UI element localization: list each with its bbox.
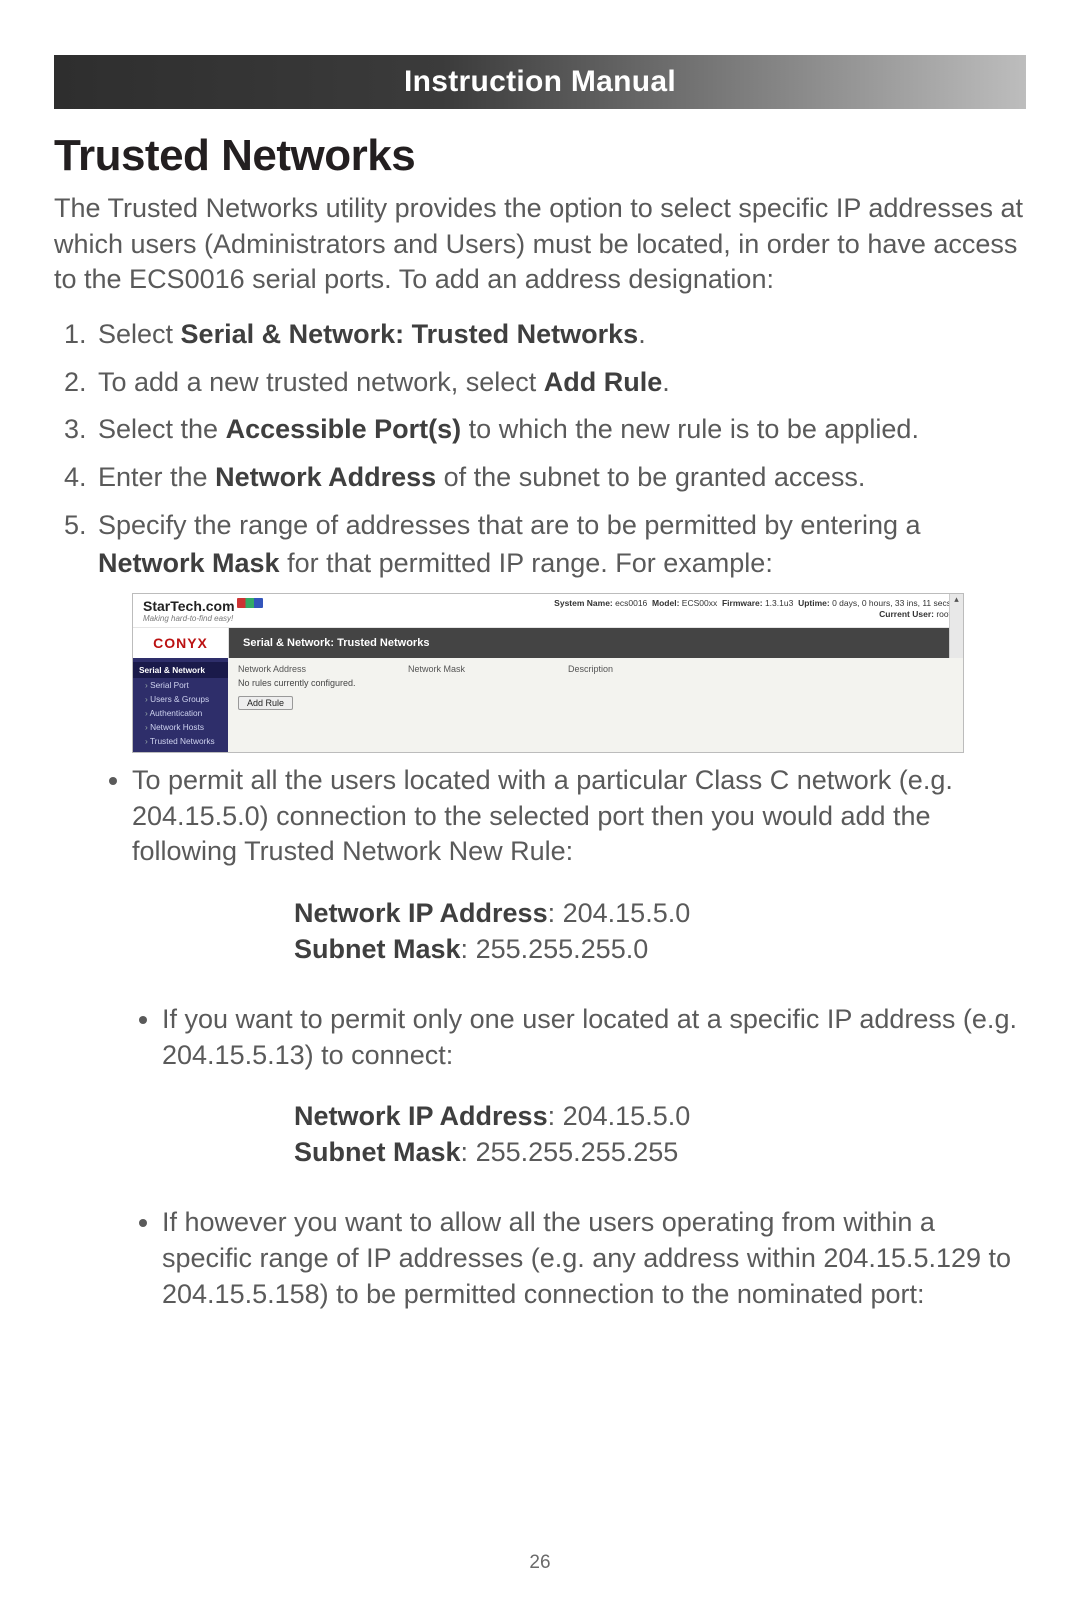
add-rule-button[interactable]: Add Rule xyxy=(238,696,293,710)
brand-text: StarTech.com xyxy=(143,598,235,614)
text: . xyxy=(662,367,670,397)
breadcrumb: Serial & Network: Trusted Networks xyxy=(229,628,963,658)
bullet-item: If however you want to allow all the use… xyxy=(162,1205,1026,1313)
text: To add a new trusted network, select xyxy=(98,367,544,397)
text: for that permitted IP range. For example… xyxy=(280,548,773,578)
text: Select xyxy=(98,319,181,349)
label: Subnet Mask xyxy=(294,934,461,964)
manual-page: Instruction Manual Trusted Networks The … xyxy=(0,0,1080,1620)
step-4: Enter the Network Address of the subnet … xyxy=(94,459,1026,497)
label: Network IP Address xyxy=(294,898,548,928)
text: Specify the range of addresses that are … xyxy=(98,510,921,540)
nav-item[interactable]: Network Hosts xyxy=(133,720,228,734)
bullet-item: To permit all the users located with a p… xyxy=(132,763,1026,871)
bullet-list-3: If however you want to allow all the use… xyxy=(54,1205,1026,1313)
label: Subnet Mask xyxy=(294,1137,461,1167)
nav-item[interactable]: Users & Groups xyxy=(133,692,228,706)
example-block-1: Network IP Address: 204.15.5.0 Subnet Ma… xyxy=(54,896,1026,967)
header-title: Instruction Manual xyxy=(404,65,676,99)
scroll-up-icon[interactable]: ▴ xyxy=(954,594,959,605)
value: 255.255.255.255 xyxy=(476,1137,679,1167)
intro-paragraph: The Trusted Networks utility provides th… xyxy=(54,191,1026,298)
label: Model: xyxy=(652,598,679,608)
label: System Name: xyxy=(554,598,613,608)
bold: Network Mask xyxy=(98,548,280,578)
main-panel: Network Address Network Mask Description… xyxy=(228,658,963,752)
step-2: To add a new trusted network, select Add… xyxy=(94,364,1026,402)
bullet-item: If you want to permit only one user loca… xyxy=(162,1002,1026,1074)
text: of the subnet to be granted access. xyxy=(436,462,865,492)
value: 1.3.1u3 xyxy=(765,598,793,608)
value: 0 days, 0 hours, 33 ins, 11 secs xyxy=(832,598,951,608)
nav-item[interactable]: Serial Port xyxy=(133,678,228,692)
flag-icon xyxy=(237,598,263,608)
step-1: Select Serial & Network: Trusted Network… xyxy=(94,316,1026,354)
nav-item[interactable]: Authentication xyxy=(133,706,228,720)
value: 204.15.5.0 xyxy=(563,898,691,928)
brand-logo: StarTech.com Making hard-to-find easy! xyxy=(143,598,263,623)
step-list: Select Serial & Network: Trusted Network… xyxy=(54,316,1026,583)
value: 204.15.5.0 xyxy=(563,1101,691,1131)
bullet-list-2: If you want to permit only one user loca… xyxy=(54,1002,1026,1074)
col-header: Description xyxy=(568,664,953,674)
example-block-2: Network IP Address: 204.15.5.0 Subnet Ma… xyxy=(54,1099,1026,1170)
text: Enter the xyxy=(98,462,215,492)
screenshot-titlebar: CONYX Serial & Network: Trusted Networks xyxy=(133,628,963,658)
nav-item[interactable]: Trusted Networks xyxy=(133,734,228,748)
header-band: Instruction Manual xyxy=(54,55,1026,109)
empty-message: No rules currently configured. xyxy=(238,678,953,688)
label: Current User: xyxy=(879,609,934,619)
value: ecs0016 xyxy=(615,598,647,608)
step-5: Specify the range of addresses that are … xyxy=(94,507,1026,583)
col-header: Network Address xyxy=(238,664,408,674)
bold: Network Address xyxy=(215,462,436,492)
bold: Add Rule xyxy=(544,367,663,397)
screenshot-body: Serial & Network Serial Port Users & Gro… xyxy=(133,658,963,752)
table-header: Network Address Network Mask Description xyxy=(238,664,953,674)
screenshot-header: StarTech.com Making hard-to-find easy! S… xyxy=(133,594,963,628)
tagline: Making hard-to-find easy! xyxy=(143,614,263,623)
section-heading: Trusted Networks xyxy=(54,131,1026,181)
embedded-screenshot: ▴ ▾ StarTech.com Making hard-to-find eas… xyxy=(132,593,964,753)
text: . xyxy=(638,319,646,349)
product-logo: CONYX xyxy=(133,628,229,658)
page-number: 26 xyxy=(0,1552,1080,1574)
text: Select the xyxy=(98,414,226,444)
step-3: Select the Accessible Port(s) to which t… xyxy=(94,411,1026,449)
status-block: System Name: ecs0016 Model: ECS00xx Firm… xyxy=(554,598,951,623)
label: Network IP Address xyxy=(294,1101,548,1131)
label: Firmware: xyxy=(722,598,763,608)
nav-header: Serial & Network xyxy=(133,662,228,678)
bullet-list-1: To permit all the users located with a p… xyxy=(54,763,1026,871)
value: ECS00xx xyxy=(682,598,717,608)
text: to which the new rule is to be applied. xyxy=(461,414,919,444)
bold: Accessible Port(s) xyxy=(226,414,462,444)
label: Uptime: xyxy=(798,598,830,608)
sidebar-nav: Serial & Network Serial Port Users & Gro… xyxy=(133,658,228,752)
value: 255.255.255.0 xyxy=(476,934,649,964)
bold: Serial & Network: Trusted Networks xyxy=(181,319,639,349)
col-header: Network Mask xyxy=(408,664,568,674)
